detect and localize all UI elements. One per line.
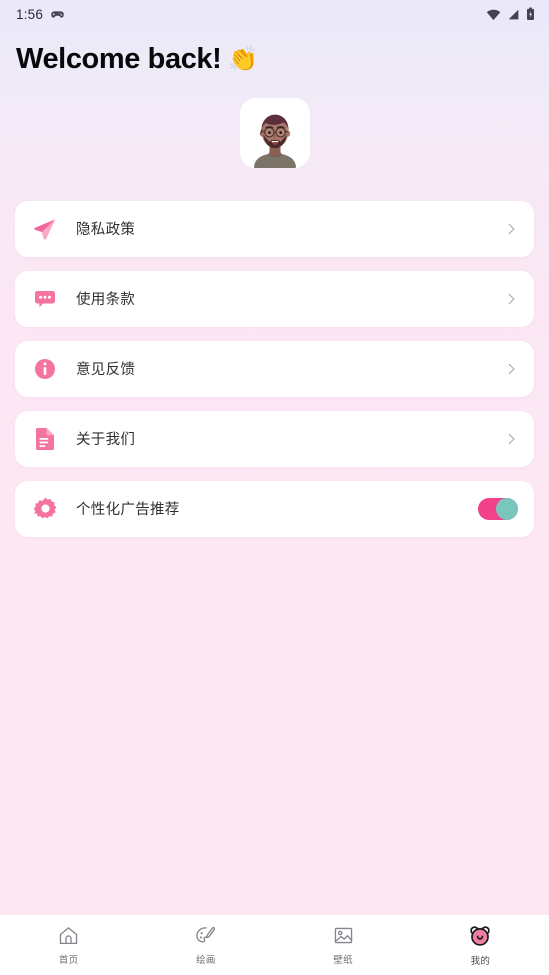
status-bar-left: 1:56 (16, 7, 65, 22)
nav-item-drawing[interactable]: 绘画 (137, 924, 274, 966)
nav-item-label: 壁纸 (333, 955, 353, 966)
list-item-feedback[interactable]: 意见反馈 (15, 340, 534, 397)
status-bar: 1:56 (0, 0, 549, 28)
nav-item-home[interactable]: 首页 (0, 924, 137, 966)
send-icon (30, 214, 60, 244)
info-circle-icon (30, 354, 60, 384)
page-title: Welcome back! 👏 (0, 28, 549, 76)
nav-item-label: 我的 (470, 955, 491, 967)
status-bar-time: 1:56 (16, 6, 44, 22)
list-item-personalized-ads[interactable]: 个性化广告推荐 (15, 480, 534, 537)
nav-item-label: 绘画 (196, 955, 216, 966)
chevron-right-icon (508, 363, 515, 375)
nav-item-label: 首页 (58, 955, 79, 966)
list-item-label: 使用条款 (76, 292, 136, 309)
avatar-container (0, 97, 549, 168)
palette-icon (196, 926, 216, 943)
list-item-terms-of-use[interactable]: 使用条款 (15, 270, 534, 327)
chevron-right-icon (508, 433, 515, 445)
gear-icon (30, 494, 60, 524)
list-item-about-us[interactable]: 关于我们 (15, 410, 534, 467)
bottom-navigation: 首页 绘画 壁纸 我的 (0, 915, 549, 975)
nav-item-mine[interactable]: 我的 (412, 924, 549, 967)
list-item-label: 个性化广告推荐 (76, 502, 180, 519)
list-item-label: 关于我们 (76, 432, 136, 449)
chat-bubble-icon (30, 284, 60, 314)
chevron-right-icon (508, 293, 515, 305)
avatar-illustration (239, 97, 310, 168)
home-icon (59, 927, 78, 945)
status-bar-right (486, 7, 535, 21)
nav-item-wallpaper[interactable]: 壁纸 (275, 924, 412, 966)
clapping-hands-icon: 👏 (228, 45, 259, 73)
list-item-label: 隐私政策 (76, 222, 136, 239)
battery-icon (527, 7, 534, 21)
welcome-heading-text: Welcome back! (16, 43, 222, 75)
chevron-right-icon (508, 223, 515, 235)
toggle-knob (496, 497, 518, 520)
bear-face-icon (470, 925, 491, 946)
document-icon (30, 424, 60, 454)
list-item-label: 意见反馈 (76, 362, 136, 379)
avatar[interactable] (239, 97, 310, 168)
cellular-signal-icon (508, 9, 519, 19)
image-icon (334, 927, 352, 944)
wifi-icon (486, 9, 501, 20)
settings-list: 隐私政策 使用条款 意见反馈 关于我们 个性化广告推荐 (0, 200, 549, 537)
game-controller-icon (51, 10, 64, 18)
list-item-privacy-policy[interactable]: 隐私政策 (15, 200, 534, 257)
personalized-ads-toggle[interactable] (478, 497, 518, 520)
